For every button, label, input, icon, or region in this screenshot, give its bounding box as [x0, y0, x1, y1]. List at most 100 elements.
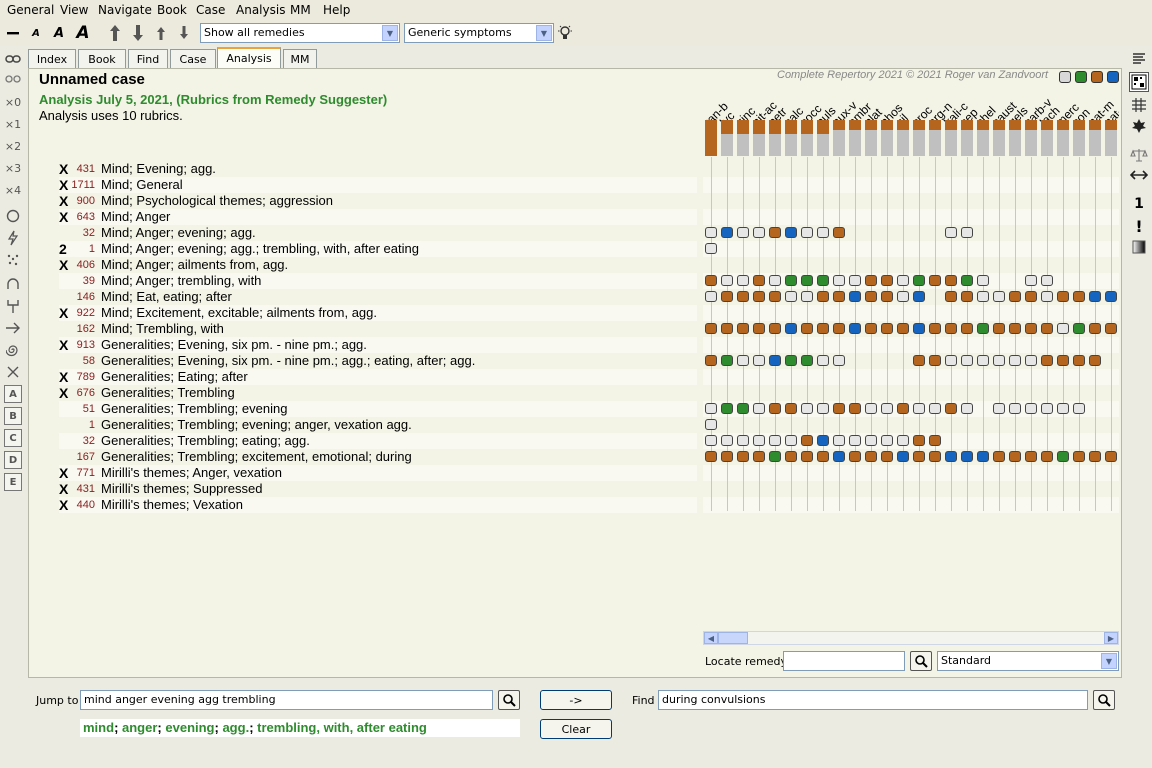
remedy-grade-cell[interactable] — [913, 275, 925, 286]
rubric-exclude-mark[interactable]: X — [59, 257, 69, 273]
rubric-row[interactable]: 32 Generalities; Trembling; eating; agg. — [59, 433, 697, 449]
menu-mm[interactable]: MM — [290, 3, 311, 17]
remedy-grade-cell[interactable] — [1089, 291, 1101, 302]
remedy-grade-cell[interactable] — [961, 355, 973, 366]
list-lines-icon[interactable] — [1129, 49, 1149, 69]
rubric-exclude-mark[interactable]: X — [59, 161, 69, 177]
remedy-grade-cell[interactable] — [961, 275, 973, 286]
remedy-grade-cell[interactable] — [817, 291, 829, 302]
go-button[interactable]: -> — [540, 690, 612, 710]
remedy-grade-cell[interactable] — [785, 435, 797, 446]
remedy-grade-cell[interactable] — [801, 275, 813, 286]
remedy-grade-cell[interactable] — [1009, 355, 1021, 366]
filter-color-square[interactable] — [1059, 71, 1071, 83]
remedy-grade-cell[interactable] — [929, 323, 941, 334]
remedy-grade-cell[interactable] — [705, 419, 717, 430]
remedy-grade-cell[interactable] — [1057, 355, 1069, 366]
remedy-grade-cell[interactable] — [1105, 291, 1117, 302]
rubric-row[interactable]: X 1711 Mind; General — [59, 177, 697, 193]
remedy-grade-cell[interactable] — [1009, 323, 1021, 334]
remedy-grade-cell[interactable] — [865, 275, 877, 286]
menu-case[interactable]: Case — [196, 3, 225, 17]
remedy-grade-cell[interactable] — [913, 323, 925, 334]
remedy-grade-cell[interactable] — [945, 403, 957, 414]
remedy-grade-cell[interactable] — [897, 435, 909, 446]
remedy-grade-cell[interactable] — [913, 403, 925, 414]
remedy-grade-cell[interactable] — [945, 355, 957, 366]
rubric-exclude-mark[interactable]: X — [59, 465, 69, 481]
remedy-grade-cell[interactable] — [705, 355, 717, 366]
remedy-grade-cell[interactable] — [753, 355, 765, 366]
rubric-exclude-mark[interactable]: X — [59, 305, 69, 321]
remedy-grade-cell[interactable] — [1025, 275, 1037, 286]
remedy-grade-cell[interactable] — [897, 323, 909, 334]
remedy-grade-cell[interactable] — [801, 227, 813, 238]
remedy-grade-cell[interactable] — [833, 451, 845, 462]
remedy-grade-cell[interactable] — [753, 403, 765, 414]
remedy-grade-cell[interactable] — [753, 227, 765, 238]
remedy-grade-cell[interactable] — [881, 451, 893, 462]
remedy-grade-cell[interactable] — [929, 355, 941, 366]
remedy-grade-cell[interactable] — [1089, 451, 1101, 462]
remedy-grade-cell[interactable] — [1009, 403, 1021, 414]
remedy-grade-cell[interactable] — [737, 275, 749, 286]
remedy-grade-cell[interactable] — [705, 291, 717, 302]
remedy-grade-cell[interactable] — [849, 435, 861, 446]
remedy-grade-cell[interactable] — [929, 275, 941, 286]
locate-mode-select[interactable]: Standard ▼ — [937, 651, 1119, 671]
remedy-grade-cell[interactable] — [721, 435, 733, 446]
remedy-grade-cell[interactable] — [753, 275, 765, 286]
remedy-grade-cell[interactable] — [1009, 451, 1021, 462]
rubric-row[interactable]: X 431 Mirilli's themes; Suppressed — [59, 481, 697, 497]
remedy-grade-cell[interactable] — [945, 323, 957, 334]
rubric-row[interactable]: 2 1 Mind; Anger; evening; agg.; trembling,… — [59, 241, 697, 257]
remedy-grade-cell[interactable] — [865, 291, 877, 302]
remedy-grade-cell[interactable] — [1009, 291, 1021, 302]
remedy-grade-cell[interactable] — [977, 355, 989, 366]
rubric-row[interactable]: X 406 Mind; Anger; ailments from, agg. — [59, 257, 697, 273]
remedy-grade-cell[interactable] — [1041, 355, 1053, 366]
remedy-grade-cell[interactable] — [769, 355, 781, 366]
remedy-grade-cell[interactable] — [705, 403, 717, 414]
rubric-row[interactable]: 162 Mind; Trembling, with — [59, 321, 697, 337]
remedy-grade-cell[interactable] — [1041, 403, 1053, 414]
remedy-grade-cell[interactable] — [1057, 451, 1069, 462]
rubric-row[interactable]: 1 Generalities; Trembling; evening; anger… — [59, 417, 697, 433]
remedy-grade-cell[interactable] — [913, 291, 925, 302]
remedy-grade-cell[interactable] — [737, 435, 749, 446]
unlink-icon[interactable] — [4, 70, 22, 88]
remedy-grade-cell[interactable] — [769, 291, 781, 302]
remedy-grade-cell[interactable] — [977, 275, 989, 286]
remedy-grade-cell[interactable] — [1057, 403, 1069, 414]
tab-book[interactable]: Book — [78, 49, 126, 68]
font-small-button[interactable]: A — [28, 22, 44, 44]
scroll-thumb[interactable] — [718, 632, 748, 644]
remedy-grade-cell[interactable] — [705, 323, 717, 334]
remedy-grade-cell[interactable] — [785, 291, 797, 302]
remedy-grade-cell[interactable] — [801, 435, 813, 446]
remedy-grade-cell[interactable] — [801, 291, 813, 302]
remedy-grade-cell[interactable] — [737, 451, 749, 462]
remedy-grade-cell[interactable] — [801, 323, 813, 334]
remedy-grade-cell[interactable] — [961, 291, 973, 302]
grid-view-icon[interactable] — [1129, 72, 1149, 92]
remedy-grade-cell[interactable] — [817, 451, 829, 462]
remedy-grade-cell[interactable] — [721, 451, 733, 462]
remedy-grade-cell[interactable] — [769, 435, 781, 446]
rubric-row[interactable]: X 771 Mirilli's themes; Anger, vexation — [59, 465, 697, 481]
remedy-grade-cell[interactable] — [721, 355, 733, 366]
rubric-row[interactable]: 146 Mind; Eat, eating; after — [59, 289, 697, 305]
arrow-up-icon[interactable] — [106, 22, 124, 44]
tab-index[interactable]: Index — [28, 49, 76, 68]
remedy-grade-cell[interactable] — [705, 243, 717, 254]
locate-remedy-input[interactable] — [783, 651, 905, 671]
remedy-grade-cell[interactable] — [961, 227, 973, 238]
leaf-icon[interactable] — [1129, 116, 1149, 136]
remedy-grade-cell[interactable] — [817, 403, 829, 414]
remedy-grade-cell[interactable] — [945, 291, 957, 302]
remedy-grade-cell[interactable] — [1073, 291, 1085, 302]
letter-c-button[interactable]: C — [4, 429, 22, 447]
remedy-grade-cell[interactable] — [753, 323, 765, 334]
remedy-grade-cell[interactable] — [1025, 355, 1037, 366]
rubric-exclude-mark[interactable]: X — [59, 369, 69, 385]
